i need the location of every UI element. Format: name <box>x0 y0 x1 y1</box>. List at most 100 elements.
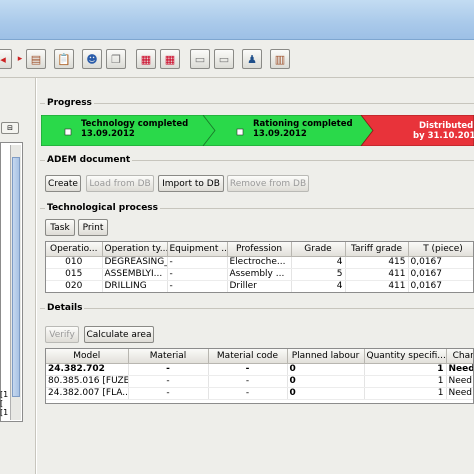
cell: 0 <box>287 387 365 400</box>
cell: 0 <box>287 363 365 376</box>
cell: Electroche... <box>227 256 292 269</box>
collapse-icon[interactable]: ⊟ <box>1 122 19 134</box>
main-toolbar: ◂ ▸ ▤ 📋 ☻ ❐ ▦ ▦ ▭ ▭ ♟ ▥ <box>0 40 474 78</box>
create-button[interactable]: Create <box>45 175 81 192</box>
cell: DEGREASING_... <box>102 256 168 269</box>
cell: Assembly ... <box>227 268 292 281</box>
cell: 020 <box>46 280 103 292</box>
cell: 1 <box>364 363 447 376</box>
copy-icon[interactable]: ❐ <box>106 49 126 69</box>
card-icon[interactable]: ▭ <box>190 49 210 69</box>
card-alt-icon[interactable]: ▭ <box>214 49 234 69</box>
cell: 80.385.016 [FUZE] <box>46 375 129 388</box>
cell: 415 <box>345 256 409 269</box>
left-mark-1: [1 <box>0 390 9 399</box>
progress-title: Progress <box>45 98 94 108</box>
progress-bar: Technology completed 13.09.2012 Rationin… <box>41 115 474 146</box>
stage-1-label: Technology completed <box>81 119 188 129</box>
cell: - <box>208 363 288 376</box>
tech-grid[interactable]: Operatio... Operation ty... Equipment ..… <box>45 241 474 293</box>
load-from-db-button[interactable]: Load from DB <box>86 175 154 192</box>
cell: - <box>208 387 288 400</box>
calendar-alt-icon[interactable]: ▦ <box>160 49 180 69</box>
cell: Need va <box>446 375 473 388</box>
cell: - <box>128 375 209 388</box>
details-col-chara[interactable]: Chara <box>446 349 473 364</box>
film-icon[interactable]: ▤ <box>26 49 46 69</box>
window-titlebar <box>0 0 474 40</box>
left-mark-2: [ <box>0 399 4 408</box>
cell: Need va <box>446 363 473 376</box>
stage-1-date: 13.09.2012 <box>81 129 135 139</box>
arrow-fwd-icon[interactable]: ▸ <box>14 49 26 69</box>
clipboard-icon[interactable]: 📋 <box>54 49 74 69</box>
cell: 1 <box>364 375 447 388</box>
verify-button[interactable]: Verify <box>45 326 79 343</box>
adem-title: ADEM document <box>45 155 133 165</box>
stage-3-label: Distributed <box>419 121 473 131</box>
tech-col-operation-type[interactable]: Operation ty... <box>102 242 168 257</box>
stage-2-check-icon <box>236 128 244 136</box>
print-button[interactable]: Print <box>78 219 108 236</box>
user-icon[interactable]: ☻ <box>82 49 102 69</box>
tech-col-t-piece[interactable]: T (piece) <box>408 242 473 257</box>
cell: 0 <box>287 375 365 388</box>
cell: Driller <box>227 280 292 292</box>
cell: 0,0167 <box>408 256 473 269</box>
cell: - <box>167 256 228 269</box>
cell: - <box>128 387 209 400</box>
cell: 411 <box>345 268 409 281</box>
task-button[interactable]: Task <box>45 219 75 236</box>
tech-col-equipment[interactable]: Equipment ... <box>167 242 228 257</box>
cell: 010 <box>46 256 103 269</box>
left-scrollbar[interactable] <box>10 145 21 420</box>
cell: 24.382.702 <box>46 363 129 376</box>
left-scroll-thumb[interactable] <box>12 157 20 397</box>
table-row[interactable]: 80.385.016 [FUZE] - - 0 1 Need va <box>46 375 473 388</box>
import-to-db-button[interactable]: Import to DB <box>158 175 224 192</box>
tech-col-grade[interactable]: Grade <box>291 242 346 257</box>
cell: 24.382.007 [FLA... <box>46 387 129 400</box>
cell: 4 <box>291 256 346 269</box>
cell: - <box>167 268 228 281</box>
details-grid[interactable]: Model Material Material code Planned lab… <box>45 348 474 404</box>
cell: 5 <box>291 268 346 281</box>
details-title: Details <box>45 303 85 313</box>
cell: - <box>167 280 228 292</box>
person-icon[interactable]: ♟ <box>242 49 262 69</box>
details-col-quantity[interactable]: Quantity specifi... <box>364 349 447 364</box>
table-row[interactable]: 020 DRILLING - Driller 4 411 0,0167 <box>46 280 473 292</box>
cell: 015 <box>46 268 103 281</box>
arrow-back-icon[interactable]: ◂ <box>0 49 12 69</box>
stage-1-check-icon <box>64 128 72 136</box>
details-col-material-code[interactable]: Material code <box>208 349 288 364</box>
left-mark-3: [1 <box>0 408 9 417</box>
cell: 0,0167 <box>408 268 473 281</box>
cell: Need va <box>446 387 473 400</box>
tech-col-tariff-grade[interactable]: Tariff grade <box>345 242 409 257</box>
details-header-row: Model Material Material code Planned lab… <box>46 349 473 364</box>
book-icon[interactable]: ▥ <box>270 49 290 69</box>
stage-3-date: by 31.10.2012 <box>413 131 474 141</box>
tech-col-operation[interactable]: Operatio... <box>46 242 103 257</box>
remove-from-db-button[interactable]: Remove from DB <box>227 175 309 192</box>
table-row[interactable]: 24.382.702 - - 0 1 Need va <box>46 363 473 376</box>
table-row[interactable]: 010 DEGREASING_... - Electroche... 4 415… <box>46 256 473 269</box>
tech-header-row: Operatio... Operation ty... Equipment ..… <box>46 242 473 257</box>
details-col-material[interactable]: Material <box>128 349 209 364</box>
cell: DRILLING <box>102 280 168 292</box>
details-col-planned-labour[interactable]: Planned labour <box>287 349 365 364</box>
calendar-icon[interactable]: ▦ <box>136 49 156 69</box>
stage-2-date: 13.09.2012 <box>253 129 307 139</box>
cell: ASSEMBLYI... <box>102 268 168 281</box>
main-area: Progress Technology completed 13.09.2012… <box>37 78 474 474</box>
table-row[interactable]: 015 ASSEMBLYI... - Assembly ... 5 411 0,… <box>46 268 473 281</box>
tech-title: Technological process <box>45 203 161 213</box>
stage-2-label: Rationing completed <box>253 119 353 129</box>
cell: 0,0167 <box>408 280 473 292</box>
details-col-model[interactable]: Model <box>46 349 129 364</box>
tech-col-profession[interactable]: Profession <box>227 242 292 257</box>
cell: 4 <box>291 280 346 292</box>
calculate-area-button[interactable]: Calculate area <box>84 326 154 343</box>
table-row[interactable]: 24.382.007 [FLA... - - 0 1 Need va <box>46 387 473 400</box>
